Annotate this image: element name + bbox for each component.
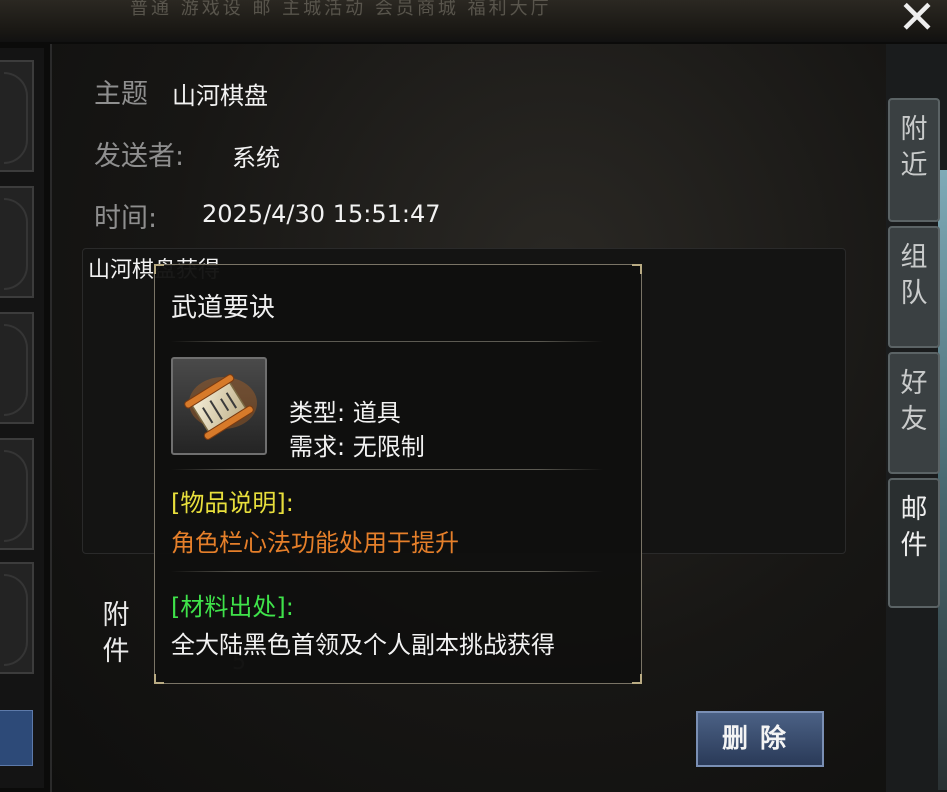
tab-mail[interactable]: 邮件 bbox=[888, 478, 940, 608]
source-header: [材料出处]: bbox=[171, 593, 294, 621]
item-requirement: 需求: 无限制 bbox=[289, 433, 425, 461]
tab-nearby[interactable]: 附近 bbox=[888, 98, 940, 222]
time-label: 时间: bbox=[94, 203, 158, 234]
subject-value: 山河棋盘 bbox=[172, 82, 268, 110]
subject-label: 主题 bbox=[94, 79, 148, 110]
description-header: [物品说明]: bbox=[171, 489, 294, 517]
selected-mail-button[interactable] bbox=[0, 710, 33, 766]
mail-list-item[interactable] bbox=[0, 312, 34, 424]
time-value: 2025/4/30 15:51:47 bbox=[202, 200, 441, 228]
mail-list-item[interactable] bbox=[0, 186, 34, 298]
divider bbox=[171, 571, 603, 572]
top-bar: 普通 游戏设 邮 主城活动 会员商城 福利大厅 bbox=[0, 0, 947, 42]
item-tooltip: 武道要诀 类型: 道具 需求: 无限制 [物品说明]: 角色栏心法功能处用于提升… bbox=[154, 264, 642, 684]
item-icon-slot bbox=[171, 357, 267, 455]
tab-friends[interactable]: 好友 bbox=[888, 352, 940, 474]
item-name: 武道要诀 bbox=[171, 293, 276, 323]
tab-team[interactable]: 组队 bbox=[888, 226, 940, 348]
top-bar-text: 普通 游戏设 邮 主城活动 会员商城 福利大厅 bbox=[130, 0, 552, 19]
divider bbox=[171, 341, 603, 342]
attachment-label: 附件 bbox=[102, 600, 130, 667]
sender-label: 发送者: bbox=[94, 141, 185, 172]
description-text: 角色栏心法功能处用于提升 bbox=[171, 529, 459, 557]
source-text: 全大陆黑色首领及个人副本挑战获得 bbox=[171, 631, 555, 659]
sender-value: 系统 bbox=[232, 144, 280, 172]
mail-list-item[interactable] bbox=[0, 438, 34, 550]
mail-list-item[interactable] bbox=[0, 562, 34, 674]
item-type: 类型: 道具 bbox=[289, 399, 401, 427]
divider bbox=[171, 469, 603, 470]
scroll-icon bbox=[184, 374, 257, 440]
mail-list-item[interactable] bbox=[0, 60, 34, 172]
mail-list bbox=[0, 48, 44, 788]
close-icon[interactable]: ✕ bbox=[887, 0, 947, 42]
delete-button[interactable]: 删除 bbox=[696, 711, 824, 767]
